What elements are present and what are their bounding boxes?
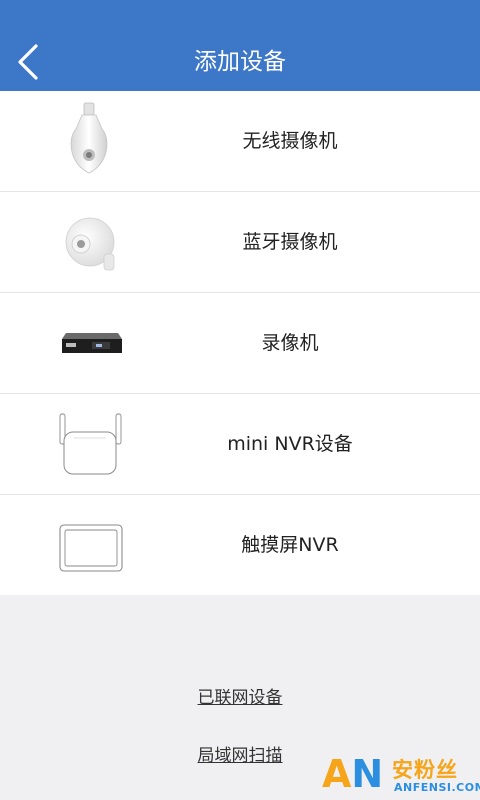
- header-bar: 添加设备: [0, 0, 480, 91]
- connected-devices-link[interactable]: 已联网设备: [198, 688, 283, 708]
- ball-camera-icon: [65, 217, 115, 271]
- page-title: 添加设备: [194, 49, 286, 75]
- device-item-label: 录像机: [261, 332, 319, 354]
- device-item-bluetooth-camera[interactable]: 蓝牙摄像机: [0, 192, 480, 293]
- device-item-label: 无线摄像机: [242, 130, 338, 152]
- device-item-label: mini NVR设备: [227, 433, 353, 455]
- device-type-list: 无线摄像机 蓝牙摄像机 录像机 mini NVR设备 触摸屏NVR: [0, 91, 480, 595]
- watermark-an: AN: [322, 752, 384, 796]
- device-item-label: 触摸屏NVR: [241, 534, 339, 556]
- watermark-en: ANFENSI.COM: [394, 781, 480, 794]
- device-item-touchscreen-nvr[interactable]: 触摸屏NVR: [0, 495, 480, 595]
- connected-devices-link-row: 已联网设备: [0, 683, 480, 708]
- device-item-mini-nvr[interactable]: mini NVR设备: [0, 394, 480, 495]
- mini-nvr-icon: [59, 413, 122, 475]
- watermark-logo: AN 安粉丝 ANFENSI.COM: [322, 752, 480, 798]
- touchscreen-nvr-icon: [59, 524, 123, 572]
- device-item-recorder[interactable]: 录像机: [0, 293, 480, 394]
- device-item-label: 蓝牙摄像机: [242, 231, 338, 253]
- watermark-cn: 安粉丝: [392, 758, 458, 782]
- device-item-wireless-camera[interactable]: 无线摄像机: [0, 91, 480, 192]
- lan-scan-link[interactable]: 局域网扫描: [198, 746, 283, 766]
- dvr-recorder-icon: [62, 333, 122, 353]
- bulb-camera-icon: [70, 102, 108, 174]
